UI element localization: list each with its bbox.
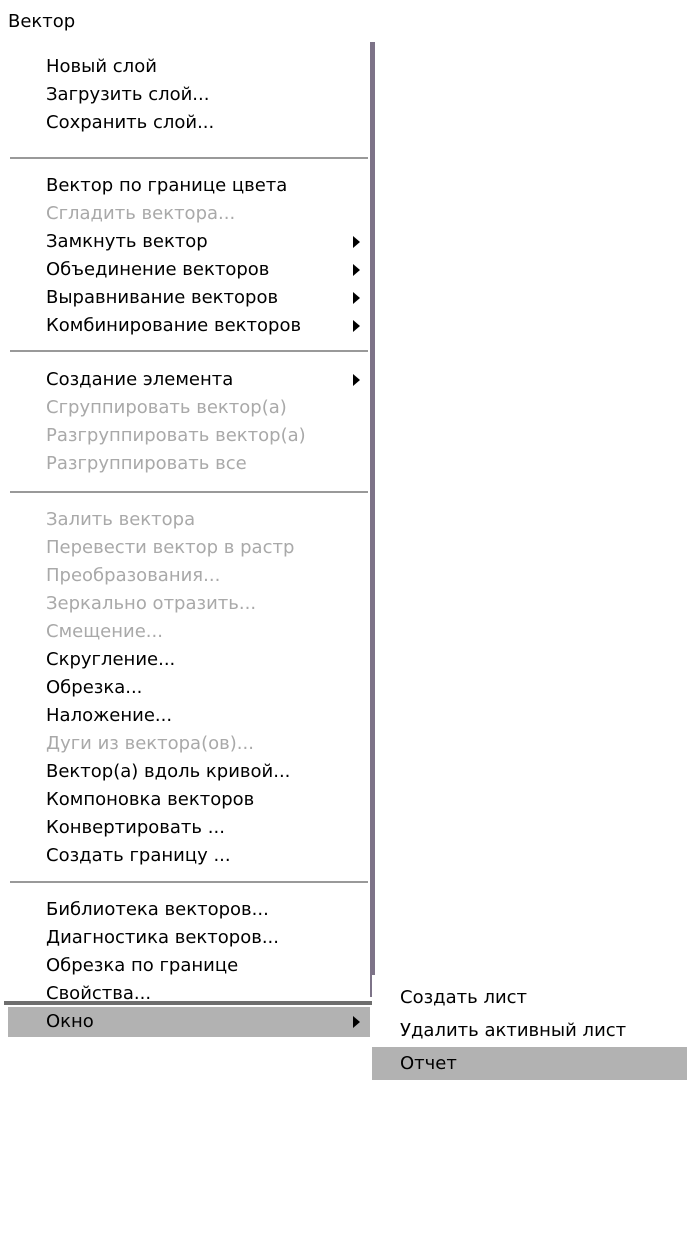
menu-separator xyxy=(10,157,368,159)
menu-item-nest-vectors[interactable]: Компоновка векторов xyxy=(8,785,370,815)
window-submenu: Создать лист Удалить активный лист Отчет xyxy=(372,975,687,1085)
menu-item-rounding[interactable]: Скругление... xyxy=(8,645,370,675)
menu-item-trim[interactable]: Обрезка... xyxy=(8,673,370,703)
menu-title[interactable]: Вектор xyxy=(8,8,75,36)
menu-item-fill-vectors[interactable]: Залить вектора xyxy=(8,505,370,535)
menu-item-group-vectors[interactable]: Сгруппировать вектор(а) xyxy=(8,393,370,423)
menu-item-window[interactable]: Окно xyxy=(8,1007,370,1037)
menu-item-close-vector[interactable]: Замкнуть вектор xyxy=(8,227,370,257)
menu-bottom-border xyxy=(4,1001,374,1005)
submenu-item-create-sheet[interactable]: Создать лист xyxy=(372,981,687,1014)
submenu-arrow-icon xyxy=(353,1016,360,1028)
menu-item-vector-by-color-border[interactable]: Вектор по границе цвета xyxy=(8,171,370,201)
menu-item-mirror[interactable]: Зеркально отразить... xyxy=(8,589,370,619)
submenu-arrow-icon xyxy=(353,374,360,386)
menu-separator xyxy=(10,350,368,352)
submenu-arrow-icon xyxy=(353,264,360,276)
menu-item-arcs-from-vectors[interactable]: Дуги из вектора(ов)... xyxy=(8,729,370,759)
menu-item-trim-by-border[interactable]: Обрезка по границе xyxy=(8,951,370,981)
submenu-arrow-icon xyxy=(353,292,360,304)
menu-item-load-layer[interactable]: Загрузить слой... xyxy=(8,80,370,110)
menu-item-overlay[interactable]: Наложение... xyxy=(8,701,370,731)
menu-separator xyxy=(10,491,368,493)
menu-item-new-layer[interactable]: Новый слой xyxy=(8,52,370,82)
menu-item-vector-library[interactable]: Библиотека векторов... xyxy=(8,895,370,925)
menu-item-offset[interactable]: Смещение... xyxy=(8,617,370,647)
menu-item-save-layer[interactable]: Сохранить слой... xyxy=(8,108,370,138)
menu-separator xyxy=(10,881,368,883)
menu-item-create-border[interactable]: Создать границу ... xyxy=(8,841,370,871)
menu-item-combine-vectors[interactable]: Комбинирование векторов xyxy=(8,311,370,341)
menu-item-convert[interactable]: Конвертировать ... xyxy=(8,813,370,843)
submenu-item-delete-active-sheet[interactable]: Удалить активный лист xyxy=(372,1014,687,1047)
menu-item-ungroup-vectors[interactable]: Разгруппировать вектор(а) xyxy=(8,421,370,451)
submenu-arrow-icon xyxy=(353,236,360,248)
menu-item-vector-to-raster[interactable]: Перевести вектор в растр xyxy=(8,533,370,563)
vector-menu: Новый слой Загрузить слой... Сохранить с… xyxy=(4,44,374,1037)
menu-item-vector-diagnostics[interactable]: Диагностика векторов... xyxy=(8,923,370,953)
submenu-arrow-icon xyxy=(353,320,360,332)
menu-item-ungroup-all[interactable]: Разгруппировать все xyxy=(8,449,370,479)
menu-item-transformations[interactable]: Преобразования... xyxy=(8,561,370,591)
menu-item-create-element[interactable]: Создание элемента xyxy=(8,365,370,395)
menu-item-smooth-vectors[interactable]: Сгладить вектора... xyxy=(8,199,370,229)
menu-item-vectors-along-curve[interactable]: Вектор(а) вдоль кривой... xyxy=(8,757,370,787)
menu-item-merge-vectors[interactable]: Объединение векторов xyxy=(8,255,370,285)
submenu-item-report[interactable]: Отчет xyxy=(372,1047,687,1080)
menu-item-align-vectors[interactable]: Выравнивание векторов xyxy=(8,283,370,313)
menu-shadow-edge xyxy=(370,42,375,997)
